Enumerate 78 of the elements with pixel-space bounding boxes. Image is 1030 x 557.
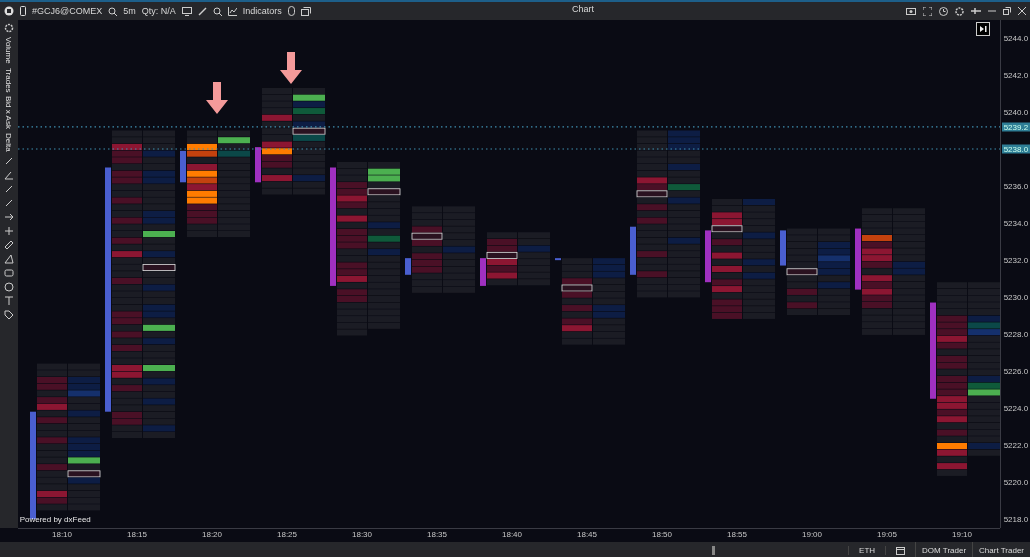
gear-icon[interactable] <box>3 23 14 33</box>
logo-icon[interactable] <box>4 6 14 16</box>
indicator-tab[interactable]: Trades <box>4 67 14 93</box>
price-label: 5234.0 <box>1003 218 1029 228</box>
price-label: 5224.0 <box>1003 403 1029 413</box>
time-label: 18:55 <box>727 530 747 539</box>
phone-icon[interactable] <box>20 6 26 16</box>
price-label: 5228.0 <box>1003 329 1029 339</box>
circle-icon[interactable] <box>3 281 14 292</box>
time-label: 18:35 <box>427 530 447 539</box>
rect-icon[interactable] <box>3 267 14 278</box>
line-icon[interactable] <box>3 197 14 208</box>
minimize-icon[interactable] <box>988 8 996 14</box>
down-arrow <box>279 52 302 84</box>
price-label: 5226.0 <box>1003 366 1029 376</box>
price-label: 5240.0 <box>1003 107 1029 117</box>
price-label: 5232.0 <box>1003 255 1029 265</box>
price-marker: 5238.0 <box>1001 144 1030 154</box>
tag-icon[interactable] <box>3 309 14 320</box>
time-label: 18:50 <box>652 530 672 539</box>
search-icon[interactable] <box>108 6 118 16</box>
trader-button[interactable]: DOM Trader <box>915 542 973 557</box>
data-credit: Powered by dxFeed <box>19 515 91 524</box>
close-icon[interactable] <box>1018 7 1026 15</box>
calendar-icon[interactable] <box>896 545 906 555</box>
price-label: 5220.0 <box>1003 477 1029 487</box>
clock-icon[interactable] <box>939 6 948 16</box>
price-label: 5236.0 <box>1003 181 1029 191</box>
indicators-button[interactable]: Indicators <box>242 6 282 16</box>
mouse-icon[interactable] <box>287 6 295 16</box>
time-label: 19:00 <box>802 530 822 539</box>
chart-icon[interactable] <box>227 6 237 16</box>
indicator-tab[interactable]: Volume <box>4 37 14 64</box>
quantity-label[interactable]: Qty: N/A <box>141 6 176 16</box>
time-label: 18:30 <box>352 530 372 539</box>
restore-icon[interactable] <box>1003 7 1011 15</box>
time-label: 18:25 <box>277 530 297 539</box>
time-label: 18:45 <box>577 530 597 539</box>
indicator-tab[interactable]: Delta <box>4 133 14 152</box>
triangle-icon[interactable] <box>3 253 14 264</box>
settings-icon[interactable] <box>955 6 964 16</box>
line-icon[interactable] <box>3 183 14 194</box>
footprint-bar-drawing <box>479 232 550 286</box>
trader-button[interactable]: Chart Trader <box>972 542 1030 557</box>
windows-icon[interactable] <box>300 6 311 16</box>
angle-icon[interactable] <box>3 169 14 180</box>
pencil-icon[interactable] <box>197 6 207 16</box>
zoom-icon[interactable] <box>212 6 222 16</box>
pin-icon[interactable] <box>971 8 981 14</box>
fullscreen-icon[interactable] <box>923 6 932 16</box>
time-label: 18:10 <box>52 530 72 539</box>
indicator-tab[interactable]: Bid x Ask <box>4 96 14 130</box>
plus-icon[interactable] <box>3 225 14 236</box>
camera-icon[interactable] <box>906 7 916 15</box>
price-label: 5242.0 <box>1003 70 1029 80</box>
time-label: 18:15 <box>127 530 147 539</box>
price-label: 5218.0 <box>1003 514 1029 524</box>
time-label: 18:20 <box>202 530 222 539</box>
text-icon[interactable] <box>3 295 14 306</box>
interval-dropdown[interactable]: 5m <box>123 6 136 16</box>
monitor-icon[interactable] <box>181 6 192 16</box>
window-title: Chart <box>572 4 594 14</box>
symbol-label[interactable]: #GCJ6@COMEX <box>32 6 103 16</box>
price-label: 5244.0 <box>1003 33 1029 43</box>
ruler-icon[interactable] <box>3 239 14 250</box>
scrollbar-thumb[interactable] <box>712 545 715 555</box>
price-label: 5222.0 <box>1003 440 1029 450</box>
play-button[interactable] <box>975 22 990 36</box>
skip-icon <box>978 25 987 33</box>
price-marker: 5239.2 <box>1001 122 1030 132</box>
session-dropdown[interactable]: ETH <box>859 545 876 555</box>
time-label: 18:40 <box>502 530 522 539</box>
time-label: 19:10 <box>952 530 972 539</box>
time-label: 19:05 <box>877 530 897 539</box>
line-icon[interactable] <box>3 155 14 166</box>
arrow-icon[interactable] <box>3 211 14 222</box>
price-label: 5230.0 <box>1003 292 1029 302</box>
down-arrow <box>205 82 228 114</box>
